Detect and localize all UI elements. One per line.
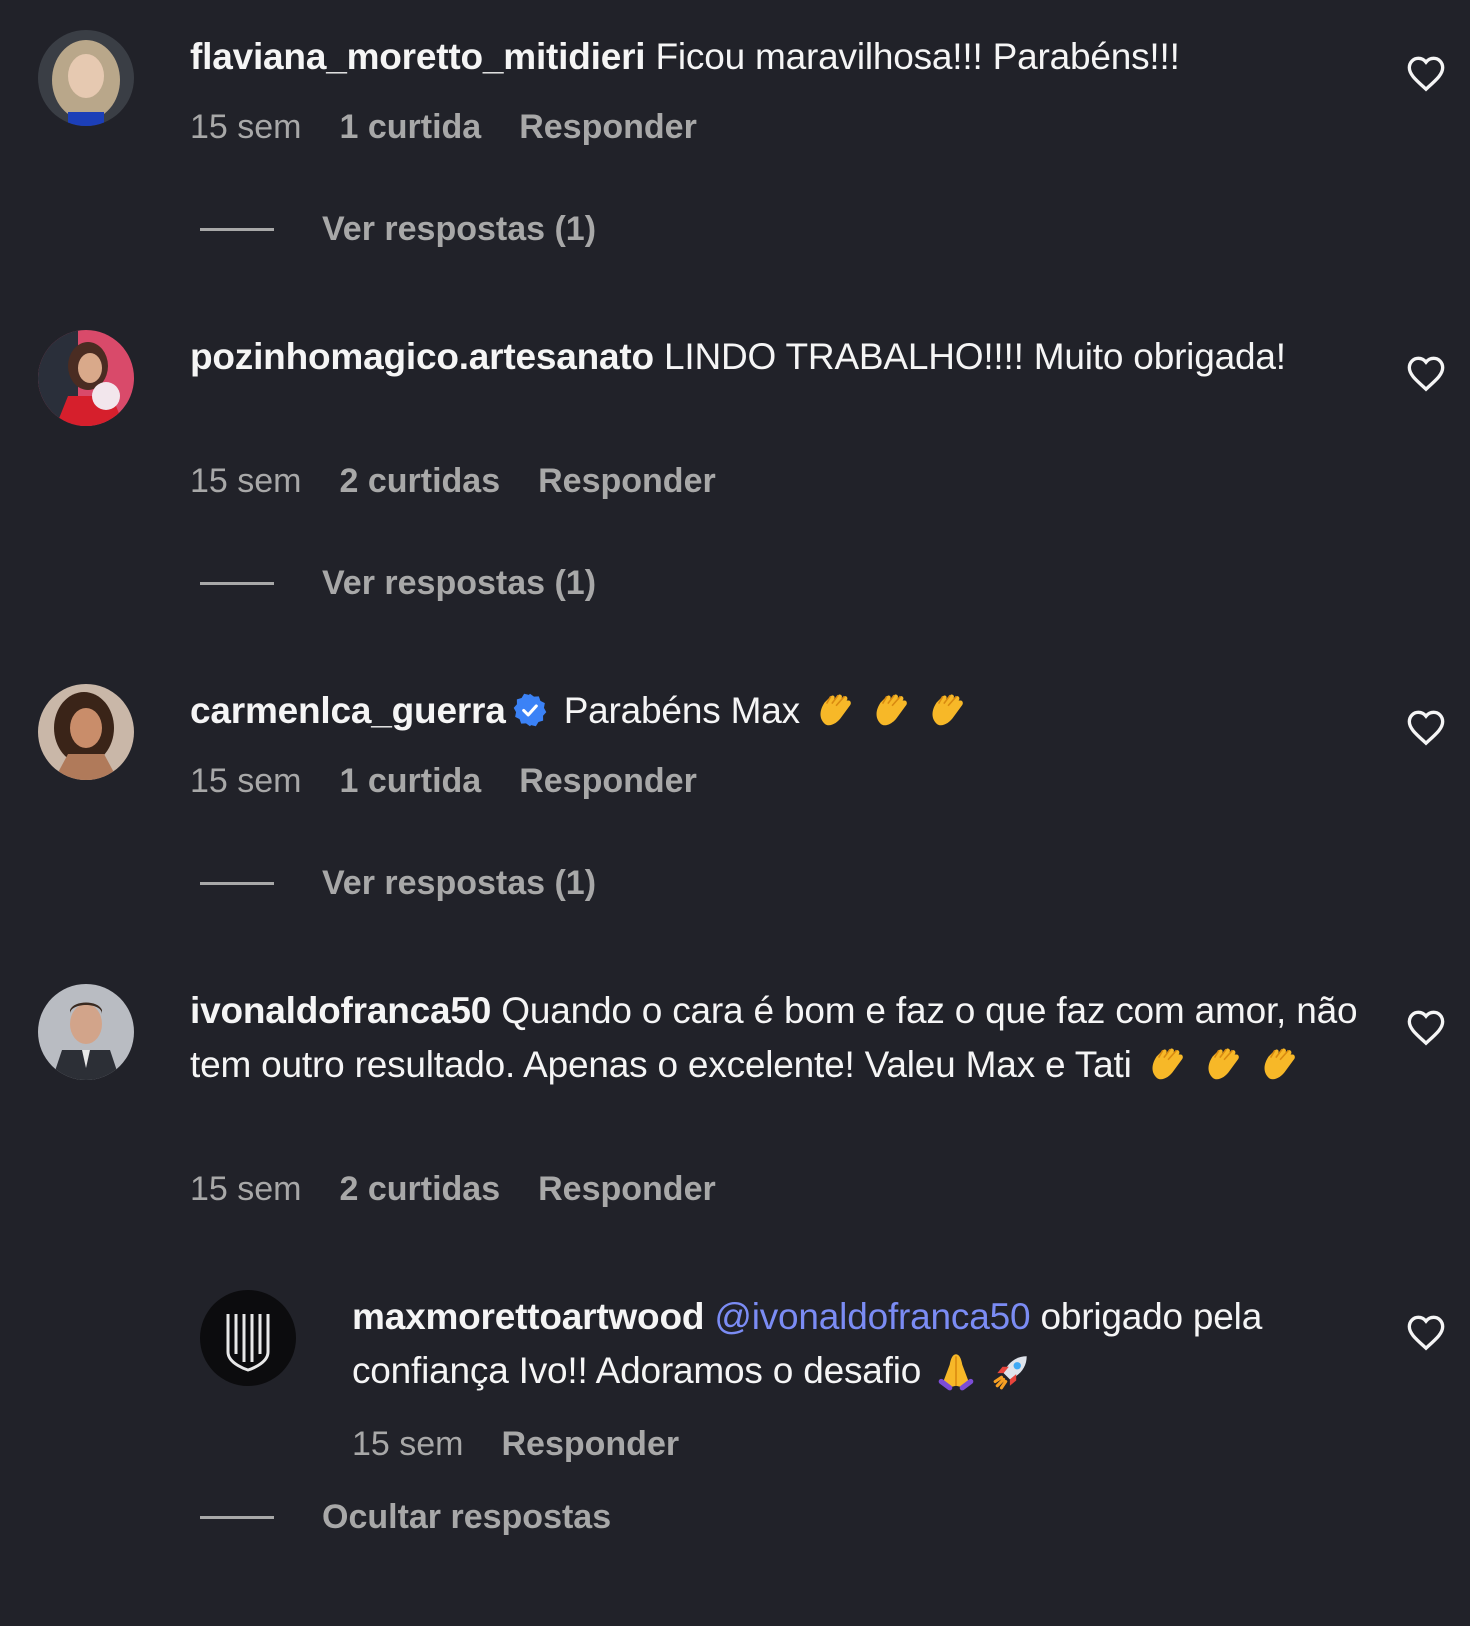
reply-meta: 15 sem Responder	[352, 1425, 679, 1464]
hide-replies-label: Ocultar respostas	[322, 1498, 612, 1536]
avatar[interactable]	[38, 330, 134, 426]
verified-badge-icon	[513, 693, 546, 727]
comment-likes[interactable]: 1 curtida	[340, 108, 482, 147]
avatar[interactable]	[38, 30, 134, 126]
clapping-hands-icon	[932, 694, 963, 726]
view-replies-label: Ver respostas (1)	[322, 210, 597, 248]
reply-button[interactable]: Responder	[519, 762, 697, 801]
view-replies-label: Ver respostas (1)	[322, 564, 597, 602]
comment-meta: 15 sem 2 curtidas Responder	[190, 462, 716, 501]
avatar[interactable]	[38, 684, 134, 780]
comment-time: 15 sem	[190, 108, 302, 146]
comment-likes[interactable]: 2 curtidas	[340, 462, 501, 501]
reply-button[interactable]: Responder	[502, 1425, 680, 1464]
view-replies-button[interactable]: Ver respostas (1)	[200, 210, 596, 249]
reply-button[interactable]: Responder	[538, 462, 716, 501]
comment-text: flaviana_moretto_mitidieri Ficou maravil…	[190, 30, 1360, 84]
comment-text: pozinhomagico.artesanato LINDO TRABALHO!…	[190, 330, 1360, 384]
view-replies-button[interactable]: Ver respostas (1)	[200, 864, 596, 903]
avatar[interactable]	[38, 984, 134, 1080]
clapping-hands-icon	[1152, 1048, 1183, 1080]
comment-text: carmenlca_guerra Parabéns Max	[190, 684, 1360, 738]
reply-mention-link[interactable]: @ivonaldofranca50	[714, 1296, 1030, 1337]
comment-likes[interactable]: 2 curtidas	[340, 1170, 501, 1209]
reply-text: maxmorettoartwood @ivonaldofranca50 obri…	[352, 1290, 1352, 1398]
reply-button[interactable]: Responder	[519, 108, 697, 147]
reply-time: 15 sem	[352, 1425, 464, 1463]
clapping-hands-icon	[1264, 1048, 1295, 1080]
comment-username[interactable]: ivonaldofranca50	[190, 990, 491, 1031]
comment-time: 15 sem	[190, 762, 302, 800]
clapping-hands-icon	[876, 694, 907, 726]
clapping-hands-icon	[820, 694, 851, 726]
comment-meta: 15 sem 1 curtida Responder	[190, 108, 697, 147]
avatar[interactable]	[200, 1290, 296, 1386]
hide-replies-button[interactable]: Ocultar respostas	[200, 1498, 611, 1537]
heart-icon[interactable]	[1406, 55, 1446, 95]
comment-body: LINDO TRABALHO!!!! Muito obrigada!	[664, 336, 1286, 377]
replies-divider-line	[200, 582, 274, 585]
comment-meta: 15 sem 1 curtida Responder	[190, 762, 697, 801]
heart-icon[interactable]	[1406, 709, 1446, 749]
comment-body: Ficou maravilhosa!!! Parabéns!!!	[655, 36, 1180, 77]
reply-button[interactable]: Responder	[538, 1170, 716, 1209]
comment-time: 15 sem	[190, 462, 302, 500]
comment-text: ivonaldofranca50 Quando o cara é bom e f…	[190, 984, 1360, 1092]
avatar-image	[38, 984, 134, 1080]
replies-divider-line	[200, 228, 274, 231]
comment-username[interactable]: carmenlca_guerra	[190, 690, 506, 731]
reply-username[interactable]: maxmorettoartwood	[352, 1296, 704, 1337]
avatar-image	[38, 330, 134, 426]
clapping-hands-icon	[1208, 1048, 1239, 1080]
comment-likes[interactable]: 1 curtida	[340, 762, 482, 801]
folded-hands-icon	[938, 1354, 974, 1391]
replies-divider-line	[200, 882, 274, 885]
avatar-image	[38, 684, 134, 780]
view-replies-button[interactable]: Ver respostas (1)	[200, 564, 596, 603]
comment-username[interactable]: pozinhomagico.artesanato	[190, 336, 654, 377]
heart-icon[interactable]	[1406, 1009, 1446, 1049]
avatar-image	[38, 30, 134, 126]
heart-icon[interactable]	[1406, 1314, 1446, 1354]
comment-time: 15 sem	[190, 1170, 302, 1208]
comment-username[interactable]: flaviana_moretto_mitidieri	[190, 36, 646, 77]
comment-meta: 15 sem 2 curtidas Responder	[190, 1170, 716, 1209]
rocket-icon	[993, 1356, 1027, 1390]
comment-body: Parabéns Max	[563, 690, 800, 731]
replies-divider-line	[200, 1516, 274, 1519]
view-replies-label: Ver respostas (1)	[322, 864, 597, 902]
brand-logo-avatar	[200, 1290, 296, 1386]
heart-icon[interactable]	[1406, 355, 1446, 395]
